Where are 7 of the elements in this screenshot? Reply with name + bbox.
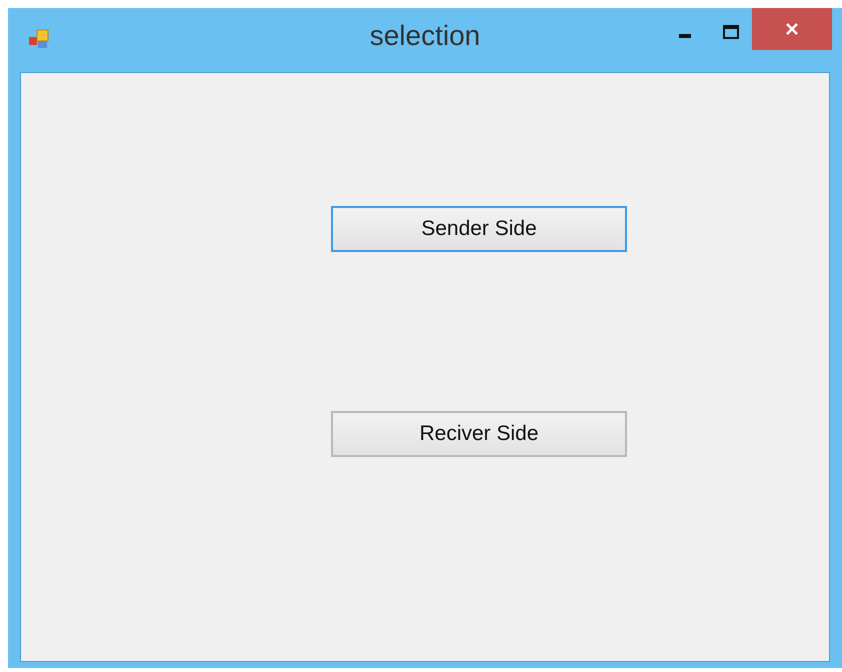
minimize-icon xyxy=(679,34,691,38)
maximize-icon xyxy=(723,25,739,39)
close-icon xyxy=(785,22,799,36)
app-icon[interactable] xyxy=(28,28,50,50)
window-title: selection xyxy=(370,22,480,50)
action-button[interactable]: Reciver Side xyxy=(331,411,627,457)
action-button[interactable]: Sender Side xyxy=(331,206,627,252)
